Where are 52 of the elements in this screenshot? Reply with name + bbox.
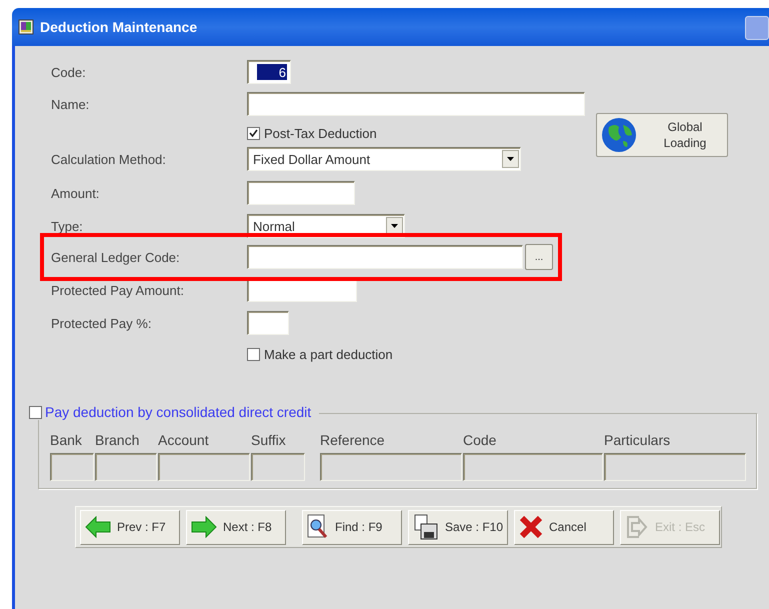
toolbar-button[interactable]: Prev : F7 (80, 510, 180, 544)
input-field[interactable] (247, 181, 355, 205)
field-label: Calculation Method: (51, 152, 167, 166)
right-arrow-icon (191, 516, 217, 538)
field-label: Code: (51, 64, 87, 80)
column-label: Account (158, 432, 210, 448)
column-label: Branch (95, 432, 140, 448)
field-label: Protected Pay Amount: (51, 282, 185, 298)
input-field[interactable]: 6 (247, 60, 291, 84)
field-label: General Ledger Code: (51, 250, 181, 264)
toolbar-button[interactable]: Find : F9 (302, 510, 402, 544)
globe-icon (601, 117, 637, 153)
magnifier-icon (307, 514, 329, 540)
column-label: Bank (50, 432, 83, 448)
field-label: Name: (51, 96, 90, 112)
floppy-disk-icon (413, 514, 439, 540)
cross-icon (519, 515, 543, 539)
dropdown-arrow-icon (391, 224, 398, 228)
window-title: Deduction Maintenance (40, 19, 198, 35)
field-label: Amount: (51, 186, 100, 200)
input-field[interactable] (604, 453, 746, 481)
checkbox-label: Pay deduction by consolidated direct credit (45, 404, 312, 420)
left-arrow-icon (85, 516, 111, 538)
toolbar-button[interactable]: Save : F10 (408, 510, 508, 544)
input-field[interactable] (247, 92, 585, 116)
dropdown[interactable]: Fixed Dollar Amount (247, 147, 521, 171)
input-field[interactable] (95, 453, 157, 481)
toolbar-button[interactable]: Cancel (514, 510, 614, 544)
checkbox-label: Make a part deduction (264, 346, 393, 362)
column-label: Suffix (251, 432, 287, 448)
checkbox[interactable] (247, 126, 260, 140)
global-loading-button[interactable]: Global Loading (596, 113, 728, 157)
checkbox-label: Post-Tax Deduction (264, 126, 377, 140)
checkbox[interactable] (247, 348, 260, 360)
column-label: Code (463, 432, 498, 448)
field-label: Protected Pay %: (51, 316, 152, 330)
input-field[interactable] (247, 311, 289, 335)
exit-icon (625, 515, 649, 539)
input-field[interactable] (463, 453, 603, 481)
input-field[interactable] (251, 453, 305, 481)
checkbox[interactable] (29, 406, 42, 418)
column-label: Particulars (604, 432, 672, 448)
input-field[interactable] (50, 453, 94, 481)
input-field[interactable] (320, 453, 462, 481)
field-label: Type: (51, 218, 84, 234)
app-icon (18, 19, 34, 35)
toolbar-button[interactable]: Next : F8 (186, 510, 286, 544)
browse-button[interactable]: ... (525, 244, 553, 270)
input-field[interactable] (247, 245, 523, 269)
column-label: Reference (320, 432, 386, 448)
dropdown-arrow-icon (507, 157, 514, 161)
input-field[interactable] (158, 453, 250, 481)
